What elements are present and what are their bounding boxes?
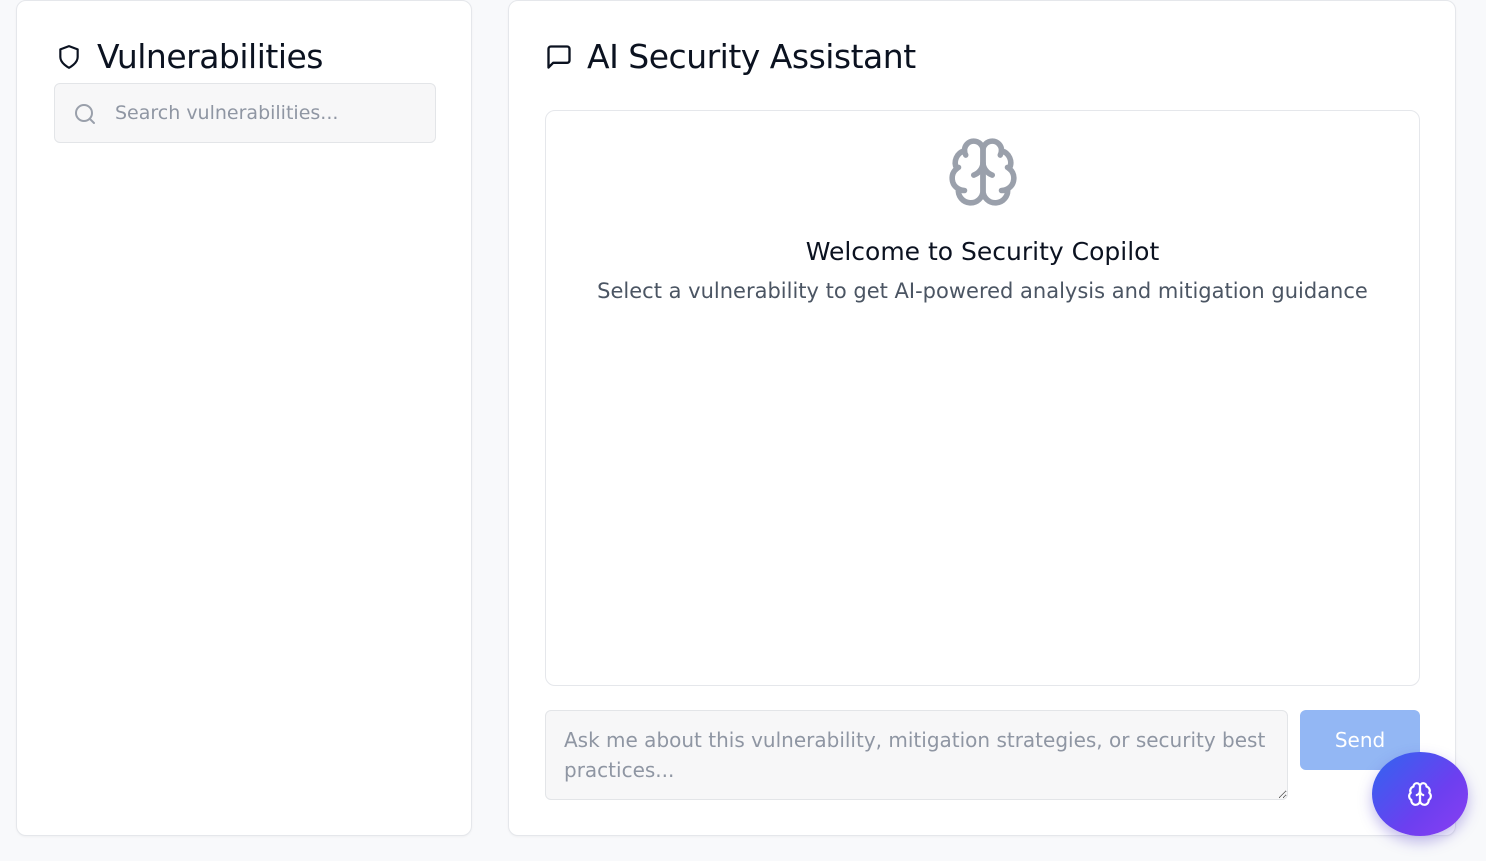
brain-icon — [949, 138, 1017, 206]
shield-icon — [55, 43, 83, 71]
vulnerabilities-title: Vulnerabilities — [97, 37, 323, 76]
assistant-header: AI Security Assistant — [545, 37, 916, 76]
vulnerabilities-panel: Vulnerabilities — [16, 0, 472, 836]
message-square-icon — [545, 43, 573, 71]
search-icon — [75, 104, 95, 124]
assistant-title: AI Security Assistant — [587, 37, 916, 76]
brain-icon — [1408, 782, 1432, 806]
chat-messages-area: Welcome to Security Copilot Select a vul… — [545, 110, 1420, 686]
vulnerabilities-header: Vulnerabilities — [55, 37, 323, 76]
message-input[interactable] — [545, 710, 1288, 800]
welcome-title: Welcome to Security Copilot — [805, 237, 1160, 266]
search-input[interactable] — [115, 84, 425, 142]
search-box[interactable] — [54, 83, 436, 143]
welcome-subtitle: Select a vulnerability to get AI-powered… — [597, 279, 1368, 303]
assistant-panel: AI Security Assistant Welcome to Securit… — [508, 0, 1456, 836]
ai-assistant-fab[interactable] — [1372, 752, 1468, 836]
